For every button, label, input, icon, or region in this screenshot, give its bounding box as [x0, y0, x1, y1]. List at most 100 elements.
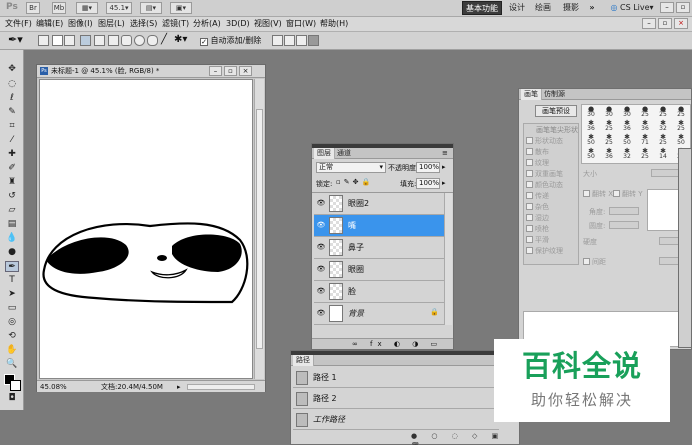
panel-menu-icon[interactable]: ≡	[442, 149, 448, 157]
brush-tip-cell[interactable]: ✱ 14	[655, 148, 671, 160]
roundness-field[interactable]	[609, 221, 639, 229]
visibility-eye-icon[interactable]: 👁	[316, 287, 326, 296]
path-exclude-icon[interactable]	[308, 35, 319, 46]
path-intersect-icon[interactable]	[296, 35, 307, 46]
workspace-painting[interactable]: 绘画	[532, 1, 554, 15]
healing-brush-icon[interactable]: ✚	[5, 149, 19, 160]
menu-analysis[interactable]: 分析(A)	[193, 18, 221, 30]
brush-tip-cell[interactable]: ● 25	[673, 106, 689, 118]
tab-brush[interactable]: 画笔	[521, 89, 542, 100]
layers-footer-icons[interactable]: ∞ fx ◐ ◑ ▭ ▣ 🗑	[312, 338, 453, 358]
dual-brush-option[interactable]: 双重画笔	[526, 169, 563, 180]
rounded-rectangle-icon[interactable]	[121, 35, 132, 46]
blend-mode-select[interactable]: 正常 ▾	[316, 162, 386, 173]
angle-field[interactable]	[609, 207, 639, 215]
menu-window[interactable]: 窗口(W)	[286, 18, 316, 30]
zoom-level-select[interactable]: 45.1▾	[106, 2, 132, 14]
brush-tip-cell[interactable]: ✱ 32	[619, 148, 635, 160]
status-arrow-icon[interactable]: ▸	[177, 382, 181, 392]
menu-help[interactable]: 帮助(H)	[320, 18, 348, 30]
doc-window-close-icon[interactable]: ×	[239, 66, 252, 76]
document-title-bar[interactable]: Ps 未标题-1 @ 45.1% (脸, RGB/8) * – ▫ ×	[37, 65, 265, 78]
texture-option[interactable]: 纹理	[526, 158, 549, 169]
marquee-tool-icon[interactable]: ◌	[5, 79, 19, 90]
transfer-option[interactable]: 传递	[526, 191, 549, 202]
scattering-option[interactable]: 散布	[526, 147, 549, 158]
menu-view[interactable]: 视图(V)	[254, 18, 282, 30]
layer-row-selected[interactable]: 👁 嘴	[314, 215, 444, 237]
brush-tip-cell[interactable]: ✱ 25	[655, 134, 671, 146]
opacity-field[interactable]: 100%	[416, 162, 440, 173]
3d-rotate-icon[interactable]: ◎	[5, 317, 19, 328]
menu-file[interactable]: 文件(F)	[5, 18, 32, 30]
pen-icon[interactable]	[80, 35, 91, 46]
auto-add-delete-checkbox[interactable]: ✓ 自动添加/删除	[200, 36, 261, 46]
paths-mode-icon[interactable]	[52, 35, 63, 46]
path-selection-icon[interactable]: ➤	[5, 289, 19, 300]
doc-restore-icon[interactable]: ▫	[658, 18, 672, 29]
doc-window-restore-icon[interactable]: ▫	[224, 66, 237, 76]
scroll-thumb[interactable]	[256, 109, 263, 349]
close-icon[interactable]: ×	[674, 18, 688, 29]
brush-tip-cell[interactable]: ✱ 25	[673, 120, 689, 132]
menu-select[interactable]: 选择(S)	[130, 18, 157, 30]
path-row[interactable]: 路径 1	[293, 368, 499, 388]
brush-tip-cell[interactable]: ✱ 50	[673, 134, 689, 146]
paths-footer-icons[interactable]: ● ○ ◌ ◇ ▣ 🗑	[411, 431, 517, 445]
brush-tool-icon[interactable]: ✐	[5, 163, 19, 174]
minibridge-icon[interactable]: Mb	[52, 2, 66, 14]
clone-stamp-icon[interactable]: ♜	[5, 177, 19, 188]
brush-tip-cell[interactable]: ● 25	[655, 106, 671, 118]
menu-edit[interactable]: 编辑(E)	[36, 18, 63, 30]
hand-tool-icon[interactable]: ✋	[5, 345, 19, 356]
brush-tip-cell[interactable]: ● 30	[619, 106, 635, 118]
opacity-arrow-icon[interactable]: ▸	[442, 163, 446, 171]
layer-row[interactable]: 👁 眼圈2	[314, 193, 444, 215]
fill-field[interactable]: 100%	[416, 178, 440, 189]
dodge-tool-icon[interactable]: ●	[5, 247, 19, 258]
visibility-eye-icon[interactable]: 👁	[316, 265, 326, 274]
brush-tip-shape-option[interactable]: 画笔笔尖形状	[526, 125, 578, 136]
brush-presets-button[interactable]: 画笔预设	[535, 105, 577, 117]
minimize-icon[interactable]: –	[660, 2, 674, 13]
brush-tip-grid[interactable]: ● 30 ● 30 ● 30 ● 25 ● 25 ● 25 ✱ 36 ✱ 25 ✱ 36 ✱ 36 ✱ 32 ✱ 25 ✱ 50 ✱…	[581, 104, 691, 164]
freeform-pen-icon[interactable]	[94, 35, 105, 46]
polygon-icon[interactable]	[147, 35, 158, 46]
wet-edges-option[interactable]: 湿边	[526, 213, 549, 224]
tab-clone-source[interactable]: 仿制源	[541, 89, 568, 100]
collapsed-panel[interactable]	[678, 148, 692, 348]
brush-tip-cell[interactable]: ✱ 36	[583, 120, 599, 132]
zoom-tool-icon[interactable]: 🔍	[5, 359, 19, 370]
tab-layers[interactable]: 图层	[314, 148, 335, 159]
lock-icons[interactable]: ▫✎✥🔒	[336, 178, 373, 186]
menu-image[interactable]: 图像(I)	[68, 18, 93, 30]
pen-tool-preset-icon[interactable]: ✒▾	[8, 34, 23, 46]
size-field[interactable]	[651, 169, 681, 177]
brush-tip-cell[interactable]: ✱ 25	[601, 134, 617, 146]
rectangle-icon[interactable]	[108, 35, 119, 46]
menu-3d[interactable]: 3D(D)	[226, 18, 250, 30]
brush-tip-cell[interactable]: ✱ 36	[601, 148, 617, 160]
gradient-tool-icon[interactable]: ▤	[5, 219, 19, 230]
shape-layers-icon[interactable]	[38, 35, 49, 46]
lasso-tool-icon[interactable]: ℓ	[5, 93, 19, 104]
eyedropper-icon[interactable]: ⁄	[5, 135, 19, 146]
visibility-eye-icon[interactable]: 👁	[316, 309, 326, 318]
brush-tip-cell[interactable]: ✱ 36	[637, 120, 653, 132]
type-tool-icon[interactable]: T	[5, 275, 19, 286]
visibility-eye-icon[interactable]: 👁	[316, 199, 326, 208]
color-dynamics-option[interactable]: 颜色动态	[526, 180, 563, 191]
path-row[interactable]: 路径 2	[293, 389, 499, 409]
brush-tip-cell[interactable]: ✱ 25	[601, 120, 617, 132]
path-row[interactable]: 工作路径	[293, 410, 499, 430]
brush-tip-cell[interactable]: ✱ 36	[619, 120, 635, 132]
vertical-scrollbar[interactable]	[254, 79, 264, 379]
canvas[interactable]	[39, 79, 253, 379]
brush-tip-cell[interactable]: ✱ 50	[619, 134, 635, 146]
doc-window-minimize-icon[interactable]: –	[209, 66, 222, 76]
doc-minimize-icon[interactable]: –	[642, 18, 656, 29]
layer-row[interactable]: 👁 鼻子	[314, 237, 444, 259]
restore-icon[interactable]: ▫	[676, 2, 690, 13]
menu-filter[interactable]: 滤镜(T)	[162, 18, 189, 30]
path-add-icon[interactable]	[272, 35, 283, 46]
